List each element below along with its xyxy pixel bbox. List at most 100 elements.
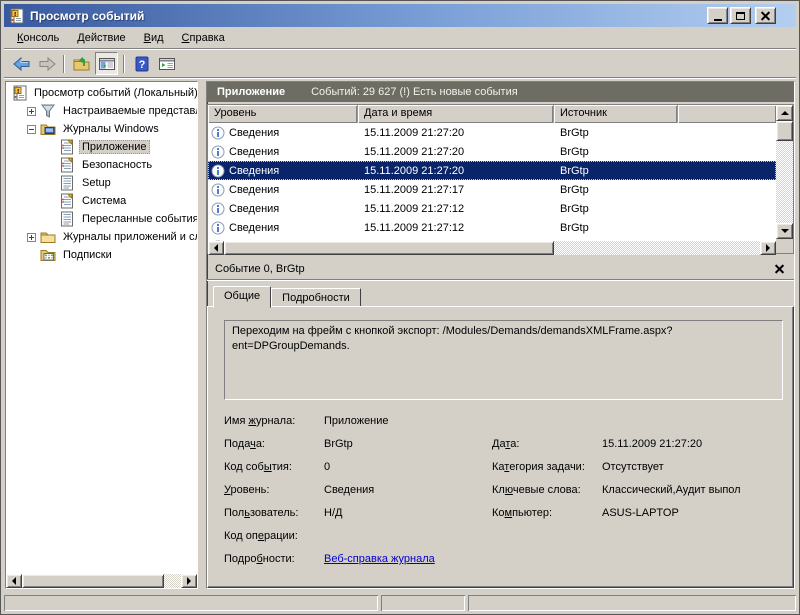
console-tree: Просмотр событий (Локальный) Настраиваем… bbox=[6, 82, 197, 574]
tree-horizontal-scrollbar[interactable] bbox=[6, 574, 197, 588]
event-level: Сведения bbox=[229, 146, 279, 158]
event-description[interactable]: Переходим на фрейм с кнопкой экспорт: /M… bbox=[224, 320, 783, 400]
list-horizontal-scrollbar[interactable] bbox=[208, 241, 776, 255]
event-level: Сведения bbox=[229, 203, 279, 215]
scroll-left-button[interactable] bbox=[6, 574, 22, 588]
event-source: BrGtp bbox=[554, 222, 776, 234]
up-level-button[interactable] bbox=[70, 52, 93, 75]
menu-help[interactable]: Справка bbox=[173, 29, 234, 47]
scrollbar-corner bbox=[776, 239, 793, 253]
tree-item-application[interactable]: Приложение bbox=[6, 138, 197, 156]
field-row: Пользователь: Н/Д Компьютер: ASUS-LAPTOP bbox=[224, 507, 783, 530]
status-cell bbox=[468, 595, 796, 611]
field-row: Имя журнала: Приложение bbox=[224, 415, 783, 438]
tree-item-label: Просмотр событий (Локальный) bbox=[31, 86, 197, 100]
field-label-log-name: Имя журнала: bbox=[224, 415, 324, 427]
list-vertical-scrollbar[interactable] bbox=[776, 105, 793, 253]
minimize-button[interactable] bbox=[707, 7, 728, 24]
log-alert-icon bbox=[59, 139, 75, 155]
tree-item-windows-logs[interactable]: Журналы Windows bbox=[6, 120, 197, 138]
column-level[interactable]: Уровень bbox=[208, 105, 358, 123]
tree-item-label: Подписки bbox=[60, 248, 115, 262]
event-list: Уровень Дата и время Источник Сведения 1… bbox=[207, 104, 794, 254]
scrollbar-track[interactable] bbox=[164, 574, 181, 588]
field-row: Уровень: Сведения Ключевые слова: Класси… bbox=[224, 484, 783, 507]
scroll-right-button[interactable] bbox=[181, 574, 197, 588]
menu-action[interactable]: Действие bbox=[68, 29, 134, 47]
tree-item-label: Журналы Windows bbox=[60, 122, 162, 136]
help-button[interactable]: ? bbox=[130, 52, 153, 75]
event-source: BrGtp bbox=[554, 165, 776, 177]
event-row-selected[interactable]: Сведения 15.11.2009 21:27:20 BrGtp bbox=[208, 161, 776, 180]
status-bar bbox=[4, 593, 796, 611]
scroll-down-button[interactable] bbox=[776, 223, 793, 239]
event-row[interactable]: Сведения 15.11.2009 21:27:17 BrGtp bbox=[208, 180, 776, 199]
menu-view[interactable]: Вид bbox=[135, 29, 173, 47]
close-button[interactable] bbox=[755, 7, 776, 24]
preview-header: Событие 0, BrGtp bbox=[207, 258, 794, 279]
tab-general[interactable]: Общие bbox=[213, 286, 271, 308]
folder-icon bbox=[40, 229, 56, 245]
tree-item-system[interactable]: Система bbox=[6, 192, 197, 210]
scrollbar-track[interactable] bbox=[554, 241, 760, 255]
forward-button[interactable] bbox=[35, 52, 58, 75]
event-row[interactable]: Сведения 15.11.2009 21:27:20 BrGtp bbox=[208, 123, 776, 142]
up-level-folder-icon bbox=[73, 56, 91, 72]
menu-console[interactable]: Консоль bbox=[8, 29, 68, 47]
tree-item-setup[interactable]: Setup bbox=[6, 174, 197, 192]
tree-item-subscriptions[interactable]: Подписки bbox=[6, 246, 197, 264]
field-row: Подача: BrGtp Дата: 15.11.2009 21:27:20 bbox=[224, 438, 783, 461]
scroll-right-button[interactable] bbox=[760, 241, 776, 255]
tree-item-label: Приложение bbox=[79, 140, 150, 154]
expand-icon[interactable] bbox=[27, 233, 36, 242]
event-row[interactable]: Сведения 15.11.2009 21:27:12 BrGtp bbox=[208, 218, 776, 237]
back-button[interactable] bbox=[10, 52, 33, 75]
event-datetime: 15.11.2009 21:27:17 bbox=[358, 184, 554, 196]
column-source[interactable]: Источник bbox=[554, 105, 678, 123]
status-cell bbox=[381, 595, 465, 611]
tree-item-forwarded-events[interactable]: Пересланные события bbox=[6, 210, 197, 228]
scrollbar-thumb[interactable] bbox=[224, 241, 554, 255]
scroll-up-button[interactable] bbox=[776, 105, 793, 121]
custom-views-icon bbox=[40, 103, 56, 119]
panel-splitter[interactable] bbox=[198, 81, 206, 589]
event-source: BrGtp bbox=[554, 127, 776, 139]
field-label-opcode: Код операции: bbox=[224, 530, 324, 542]
tree-item-app-service-logs[interactable]: Журналы приложений и служб bbox=[6, 228, 197, 246]
scrollbar-thumb[interactable] bbox=[22, 574, 164, 588]
event-row[interactable]: Сведения 15.11.2009 21:27:12 BrGtp bbox=[208, 199, 776, 218]
action-pane-icon bbox=[158, 56, 176, 72]
preview-close-button[interactable] bbox=[772, 262, 786, 276]
field-value-user: Н/Д bbox=[324, 507, 492, 519]
expand-icon[interactable] bbox=[27, 107, 36, 116]
title-bar[interactable]: Просмотр событий bbox=[4, 4, 796, 27]
show-console-tree-button[interactable] bbox=[95, 52, 118, 75]
column-blank bbox=[678, 105, 776, 123]
tree-item-root[interactable]: Просмотр событий (Локальный) bbox=[6, 84, 197, 102]
preview-divider bbox=[207, 279, 794, 281]
field-label-date: Дата: bbox=[492, 438, 602, 450]
scrollbar-thumb[interactable] bbox=[776, 121, 793, 141]
information-icon bbox=[211, 145, 225, 159]
scroll-left-icon bbox=[8, 577, 16, 585]
forward-icon bbox=[38, 56, 56, 72]
information-icon bbox=[211, 126, 225, 140]
tab-details[interactable]: Подробности bbox=[271, 288, 361, 306]
tree-item-security[interactable]: Безопасность bbox=[6, 156, 197, 174]
field-label-keywords: Ключевые слова: bbox=[492, 484, 602, 496]
scroll-right-icon bbox=[766, 244, 774, 252]
console-tree-panel: Просмотр событий (Локальный) Настраиваем… bbox=[5, 81, 198, 589]
event-row[interactable]: Сведения 15.11.2009 21:27:20 BrGtp bbox=[208, 142, 776, 161]
event-datetime: 15.11.2009 21:27:12 bbox=[358, 203, 554, 215]
tree-item-custom-views[interactable]: Настраиваемые представления bbox=[6, 102, 197, 120]
maximize-icon bbox=[736, 12, 745, 20]
log-header-bar: Приложение Событий: 29 627 (!) Есть новы… bbox=[207, 82, 794, 102]
preview-tabs: Общие Подробности bbox=[207, 286, 794, 306]
collapse-icon[interactable] bbox=[27, 125, 36, 134]
event-log-online-help-link[interactable]: Веб-справка журнала bbox=[324, 553, 435, 565]
maximize-button[interactable] bbox=[730, 7, 751, 24]
column-datetime[interactable]: Дата и время bbox=[358, 105, 554, 123]
show-action-pane-button[interactable] bbox=[155, 52, 178, 75]
scroll-left-button[interactable] bbox=[208, 241, 224, 255]
scrollbar-track[interactable] bbox=[776, 141, 793, 223]
